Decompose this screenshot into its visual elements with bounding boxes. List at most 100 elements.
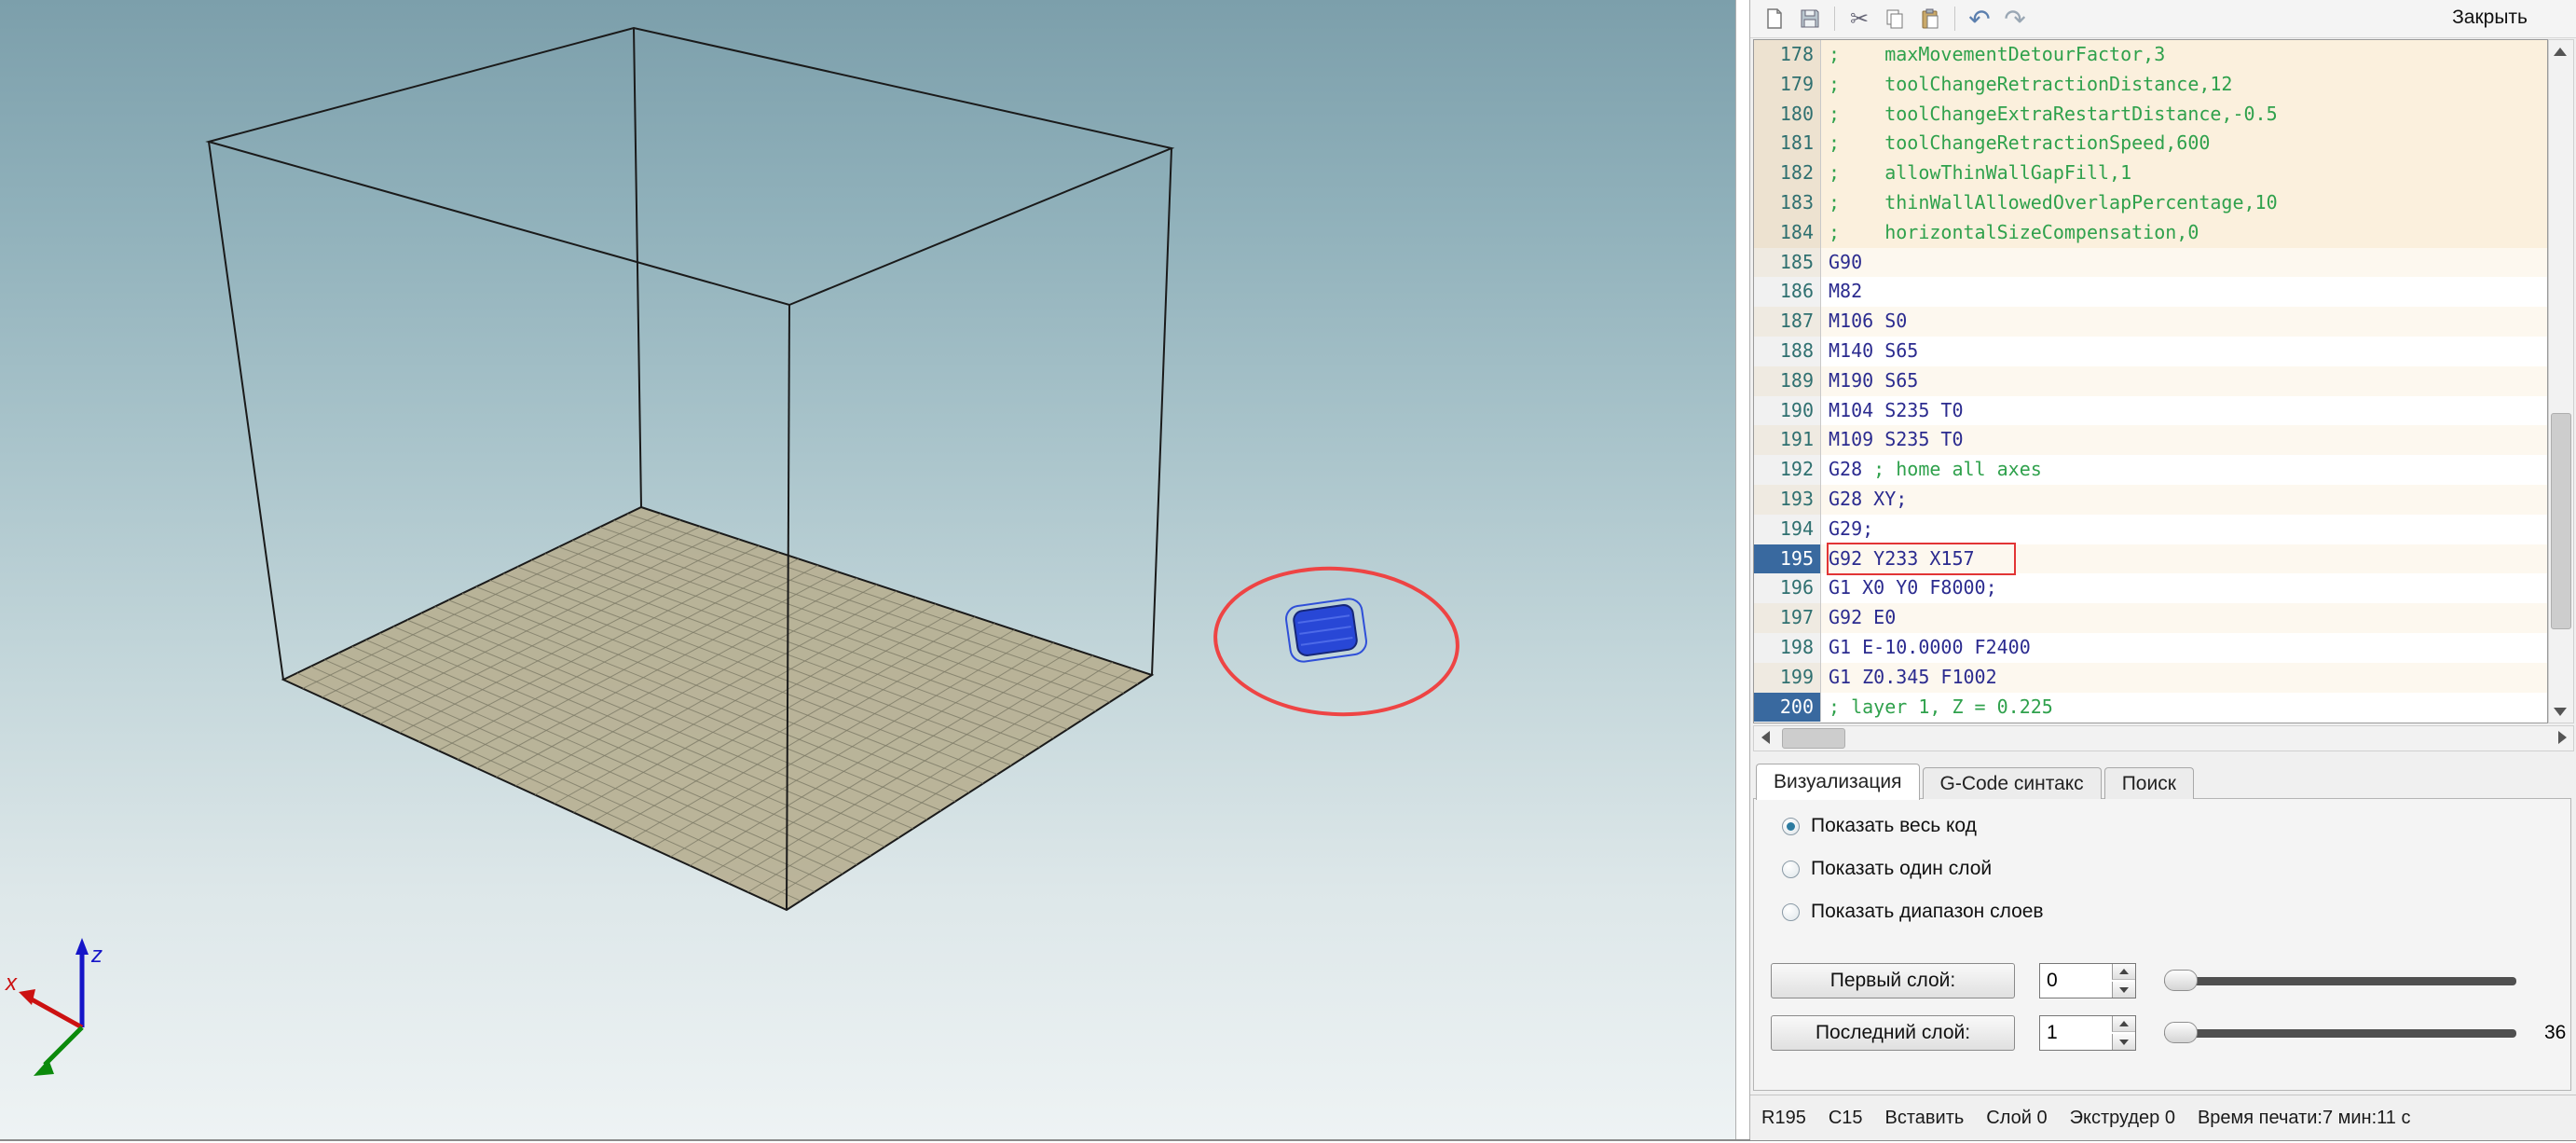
- vertical-scroll-thumb[interactable]: [2551, 413, 2571, 629]
- toolbar-separator: [1834, 7, 1835, 31]
- spinner-up-icon[interactable]: [2112, 964, 2135, 980]
- line-number: 189: [1754, 366, 1821, 396]
- code-line-189[interactable]: 189M190 S65: [1754, 366, 2547, 396]
- layer-slider[interactable]: [2164, 963, 2516, 998]
- code-line-197[interactable]: 197G92 E0: [1754, 603, 2547, 633]
- panel-divider: [1735, 0, 1750, 1139]
- vertical-scrollbar[interactable]: [2548, 39, 2574, 723]
- code-line-183[interactable]: 183; thinWallAllowedOverlapPercentage,10: [1754, 188, 2547, 218]
- app-window: z x ✂: [0, 0, 2576, 1141]
- scroll-left-icon[interactable]: [1754, 726, 1776, 749]
- gcode-editor[interactable]: 178; maxMovementDetourFactor,3179; toolC…: [1753, 39, 2548, 723]
- code-line-194[interactable]: 194G29;: [1754, 515, 2547, 544]
- code-line-200[interactable]: 200; layer 1, Z = 0.225: [1754, 693, 2547, 723]
- layer-value: 1: [2047, 1016, 2058, 1049]
- spinner-down-icon[interactable]: [2112, 1034, 2135, 1050]
- code-line-187[interactable]: 187M106 S0: [1754, 307, 2547, 337]
- scroll-up-icon[interactable]: [2549, 40, 2571, 62]
- slider-thumb[interactable]: [2164, 970, 2198, 991]
- code-line-193[interactable]: 193G28 XY;: [1754, 485, 2547, 515]
- copy-icon[interactable]: [1880, 4, 1910, 34]
- code-line-178[interactable]: 178; maxMovementDetourFactor,3: [1754, 40, 2547, 70]
- line-number: 197: [1754, 603, 1821, 633]
- slider-track[interactable]: [2164, 977, 2516, 985]
- first-layer-button[interactable]: Первый слой:: [1771, 963, 2015, 998]
- code-line-199[interactable]: 199G1 Z0.345 F1002: [1754, 663, 2547, 693]
- editor-toolbar: ✂ ↶ ↷ Закрыть: [1750, 0, 2576, 38]
- redo-icon[interactable]: ↷: [2000, 4, 2030, 34]
- tab-2[interactable]: Поиск: [2104, 767, 2194, 799]
- visualization-tab-content: Показать весь код Показать один слой Показ…: [1753, 798, 2571, 1091]
- line-number: 196: [1754, 573, 1821, 603]
- code-line-180[interactable]: 180; toolChangeExtraRestartDistance,-0.5: [1754, 100, 2547, 130]
- line-number: 188: [1754, 337, 1821, 366]
- radio-option-2[interactable]: Показать диапазон слоев: [1782, 898, 2044, 926]
- code-line-198[interactable]: 198G1 E-10.0000 F2400: [1754, 633, 2547, 663]
- line-number: 193: [1754, 485, 1821, 515]
- slider-max-label: 36: [2544, 1022, 2576, 1044]
- spinner-down-icon[interactable]: [2112, 982, 2135, 998]
- code-line-191[interactable]: 191M109 S235 T0: [1754, 425, 2547, 455]
- line-number: 185: [1754, 248, 1821, 278]
- toolbar-separator: [1954, 7, 1955, 31]
- axis-x-label: x: [5, 971, 18, 996]
- radio-option-0[interactable]: Показать весь код: [1782, 812, 1977, 840]
- code-line-188[interactable]: 188M140 S65: [1754, 337, 2547, 366]
- close-button[interactable]: Закрыть: [2446, 5, 2533, 31]
- line-number: 200: [1754, 693, 1821, 723]
- line-number: 186: [1754, 277, 1821, 307]
- radio-label: Показать один слой: [1811, 858, 1992, 880]
- radio-icon[interactable]: [1782, 861, 1800, 878]
- line-number: 194: [1754, 515, 1821, 544]
- code-line-184[interactable]: 184; horizontalSizeCompensation,0: [1754, 218, 2547, 248]
- slider-thumb[interactable]: [2164, 1022, 2198, 1043]
- line-number: 198: [1754, 633, 1821, 663]
- cut-icon[interactable]: ✂: [1844, 4, 1874, 34]
- code-line-179[interactable]: 179; toolChangeRetractionDistance,12: [1754, 70, 2547, 100]
- gcode-panel: ✂ ↶ ↷ Закрыть 178; maxMovementDetourFact…: [1750, 0, 2576, 1139]
- slider-track[interactable]: [2164, 1029, 2516, 1038]
- axis-z-label: z: [90, 943, 103, 968]
- line-number: 179: [1754, 70, 1821, 100]
- code-line-196[interactable]: 196G1 X0 Y0 F8000;: [1754, 573, 2547, 603]
- radio-label: Показать весь код: [1811, 815, 1977, 837]
- 3d-viewport[interactable]: z x: [0, 0, 1735, 1139]
- undo-icon[interactable]: ↶: [1965, 4, 1994, 34]
- tab-0[interactable]: Визуализация: [1756, 764, 1920, 800]
- code-line-190[interactable]: 190M104 S235 T0: [1754, 396, 2547, 426]
- axes-widget: z x: [5, 938, 103, 1076]
- paste-icon[interactable]: [1915, 4, 1945, 34]
- new-file-icon[interactable]: [1760, 4, 1789, 34]
- layer-number-input[interactable]: 1: [2039, 1015, 2136, 1051]
- line-number: 183: [1754, 188, 1821, 218]
- last-layer-button[interactable]: Последний слой:: [1771, 1015, 2015, 1051]
- code-line-192[interactable]: 192G28 ; home all axes: [1754, 455, 2547, 485]
- radio-icon[interactable]: [1782, 903, 1800, 921]
- spinner-up-icon[interactable]: [2112, 1016, 2135, 1032]
- radio-label: Показать диапазон слоев: [1811, 901, 2044, 923]
- highlighted-code: G92 Y233 X157: [1829, 544, 2014, 574]
- code-line-195[interactable]: 195G92 Y233 X157: [1754, 544, 2547, 574]
- layer-slider[interactable]: [2164, 1015, 2516, 1051]
- code-line-182[interactable]: 182; allowThinWallGapFill,1: [1754, 158, 2547, 188]
- code-line-186[interactable]: 186M82: [1754, 277, 2547, 307]
- line-number: 178: [1754, 40, 1821, 70]
- horizontal-scroll-thumb[interactable]: [1782, 728, 1845, 749]
- status-item: Вставить: [1885, 1108, 1965, 1129]
- status-bar: R195C15ВставитьСлой 0Экструдер 0Время пе…: [1750, 1095, 2576, 1140]
- scroll-right-icon[interactable]: [2551, 726, 2573, 749]
- line-number: 184: [1754, 218, 1821, 248]
- radio-option-1[interactable]: Показать один слой: [1782, 855, 1992, 883]
- horizontal-scrollbar[interactable]: [1753, 725, 2574, 751]
- line-number: 181: [1754, 129, 1821, 158]
- printed-object[interactable]: [1284, 598, 1368, 664]
- code-line-181[interactable]: 181; toolChangeRetractionSpeed,600: [1754, 129, 2547, 158]
- scroll-down-icon[interactable]: [2549, 700, 2571, 723]
- code-line-185[interactable]: 185G90: [1754, 248, 2547, 278]
- layer-control-row-0: Первый слой: 0: [1771, 963, 2516, 998]
- radio-selected-icon[interactable]: [1782, 818, 1800, 835]
- tab-1[interactable]: G-Code синтакс: [1923, 767, 2102, 799]
- layer-number-input[interactable]: 0: [2039, 963, 2136, 998]
- line-number: 192: [1754, 455, 1821, 485]
- save-icon[interactable]: [1795, 4, 1825, 34]
